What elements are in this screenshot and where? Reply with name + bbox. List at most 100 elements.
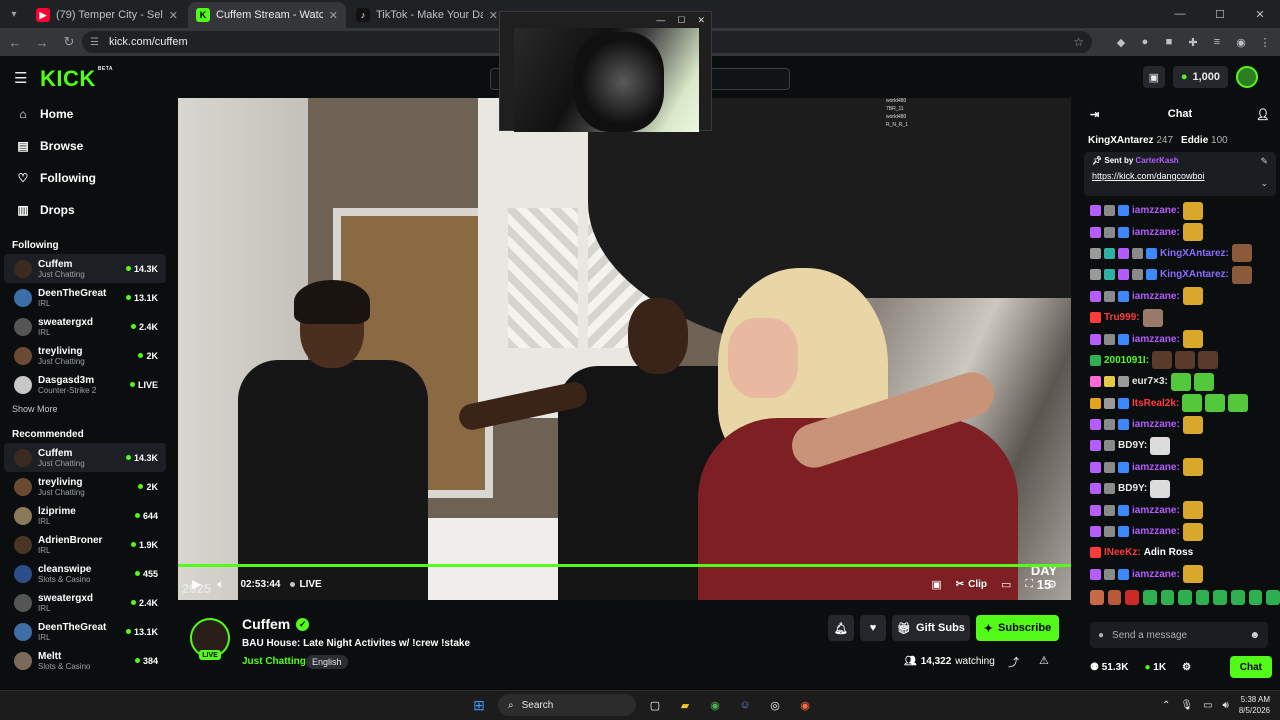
sidebar-channel[interactable]: DeenTheGreat IRL 13.1K [4,617,166,646]
chat-username[interactable]: KingXAntarez: [1160,248,1229,259]
app-icon[interactable]: ◎ [764,694,786,716]
chat-message[interactable]: iamzzane: [1080,328,1280,349]
chat-message[interactable]: KingXAntarez: [1080,243,1280,264]
pinned-user[interactable]: CarterKash [1136,156,1179,165]
chat-message[interactable]: iamzzane: [1080,414,1280,435]
tab-list-icon[interactable]: ≡ [1208,31,1226,53]
tab-close-icon[interactable]: ✕ [329,9,338,22]
kick-logo[interactable]: KICK BETA [40,66,113,92]
sidebar-nav-home[interactable]: ⌂ Home [0,98,170,130]
chat-username[interactable]: iamzzane: [1132,505,1180,516]
chat-users-icon[interactable]: 👤︎ [1256,108,1270,121]
sidebar-channel[interactable]: cleanswipe Slots & Casino 455 [4,559,166,588]
sidebar-channel[interactable]: lziprime IRL 644 [4,501,166,530]
chat-username[interactable]: KingXAntarez: [1160,269,1229,280]
chat-message[interactable]: BD9Y: [1080,435,1280,456]
sidebar-channel[interactable]: treyliving Just Chatting 2K [4,472,166,501]
chat-settings-icon[interactable]: ⚙ [1182,662,1191,673]
chat-message[interactable]: iamzzane: [1080,521,1280,542]
sidebar-channel[interactable]: Dasgasd3m Counter-Strike 2 LIVE [4,370,166,399]
play-icon[interactable]: ▶ [192,577,201,591]
unpin-icon[interactable]: ✎ [1260,156,1268,167]
emote-icon[interactable] [1178,589,1192,605]
share-icon[interactable]: ⤴ [1008,654,1019,670]
chat-message[interactable]: iamzzane: [1080,200,1280,221]
chat-message[interactable]: 2001091I: [1080,350,1280,371]
volume-tray-icon[interactable]: 🔊︎ [1223,700,1229,711]
fullscreen-icon[interactable]: ⛶ [1025,578,1033,591]
chat-badge-icon[interactable]: ● [1098,630,1104,641]
progress-bar[interactable] [178,564,1071,567]
tab-search-icon[interactable]: ▾ [0,0,28,28]
theater-mode-icon[interactable]: ▭ [1001,578,1011,591]
emote-icon[interactable] [1160,589,1175,605]
maximize-icon[interactable]: ☐ [1200,0,1240,28]
emote-icon[interactable] [1142,589,1157,605]
extension-icon[interactable]: ■ [1160,31,1178,53]
taskbar-search[interactable]: ⌕ Search [498,694,636,716]
chat-message[interactable]: BD9Y: [1080,478,1280,499]
taskbar-clock[interactable]: 5:38 AM 8/5/2026 [1239,694,1270,716]
puzzle-icon[interactable]: ✚ [1184,31,1202,53]
reload-icon[interactable]: ↻ [57,30,81,54]
extension-icon[interactable]: ● [1136,31,1154,53]
chat-message[interactable]: INeeKz: Adin Ross [1080,542,1280,563]
layout-icon[interactable]: ▣ [1142,66,1165,88]
chat-username[interactable]: iamzzane: [1132,205,1180,216]
bookmark-star-icon[interactable]: ☆ [1073,35,1084,49]
browser-tab[interactable]: ▶ (79) Temper City - Self Aware - ✕ [28,2,186,28]
picture-in-picture-window[interactable]: — ☐ ✕ [499,11,712,132]
pip-close-icon[interactable]: ✕ [697,15,705,26]
chat-username[interactable]: iamzzane: [1132,334,1180,345]
file-explorer-icon[interactable]: ▰ [674,694,696,716]
tab-close-icon[interactable]: ✕ [169,9,178,22]
chat-message[interactable]: KingXAntarez: [1080,264,1280,285]
chat-username[interactable]: iamzzane: [1132,291,1180,302]
live-indicator[interactable]: LIVE [290,579,322,590]
back-icon[interactable]: ← [3,30,27,54]
chat-username[interactable]: eur7×3: [1132,376,1168,387]
chevron-down-icon[interactable]: ⌄ [1260,178,1268,189]
chat-message[interactable]: iamzzane: [1080,564,1280,585]
gift-subs-button[interactable]: 🎁︎ Gift Subs [892,615,970,641]
sidebar-channel[interactable]: Cuffem Just Chatting 14.3K [4,254,166,283]
emote-icon[interactable] [1125,589,1139,605]
sidebar-channel[interactable]: AdrienBroner IRL 1.9K [4,530,166,559]
collapse-chat-icon[interactable]: ⇥ [1090,108,1099,121]
chat-input[interactable]: ● Send a message ☻ [1090,622,1268,648]
sidebar-nav-following[interactable]: ♡ Following [0,162,170,194]
category-link[interactable]: Just Chatting [242,656,306,667]
chat-username[interactable]: ItsReal2k: [1132,398,1179,409]
subscribe-button[interactable]: ✦ Subscribe [976,615,1059,641]
emote-icon[interactable] [1231,589,1245,605]
chat-message[interactable]: iamzzane: [1080,286,1280,307]
microphone-icon[interactable]: 🎙︎ [1180,700,1193,711]
kicks-stat[interactable]: ● 1K [1144,662,1166,673]
sidebar-channel[interactable]: Cuffem Just Chatting 14.3K [4,443,166,472]
sidebar-channel[interactable]: sweatergxd IRL 2.4K [4,588,166,617]
chat-username[interactable]: BD9Y: [1118,440,1147,451]
emote-icon[interactable] [1213,589,1228,605]
chat-username[interactable]: iamzzane: [1132,227,1180,238]
browser-tab[interactable]: ♪ TikTok - Make Your Day ✕ [348,2,506,28]
site-info-icon[interactable]: ☰ [90,37,99,48]
leaderboard-entry[interactable]: Eddie 100 [1181,135,1228,146]
leaderboard-entry[interactable]: KingXAntarez 247 [1088,135,1173,146]
pip-maximize-icon[interactable]: ☐ [677,15,685,26]
sidebar-nav-browse[interactable]: ▤ Browse [0,130,170,162]
chat-message[interactable]: Tru999: [1080,307,1280,328]
emoji-icon[interactable]: ☻ [1249,630,1260,641]
close-window-icon[interactable]: ✕ [1240,0,1280,28]
volume-icon[interactable]: 🔈︎ [217,577,224,592]
notification-bell-icon[interactable]: 🔔︎ [828,615,854,641]
video-player[interactable]: world480 7BR_11 world480 R_N_R_1 2025 DAY 1… [178,98,1071,600]
chat-message[interactable]: iamzzane: [1080,221,1280,242]
report-icon[interactable]: ⚠ [1039,654,1049,667]
show-more-link[interactable]: Show More [0,399,170,419]
chrome-canary-icon[interactable]: ◉ [794,694,816,716]
hamburger-menu-icon[interactable]: ☰ [14,69,27,87]
follow-heart-icon[interactable]: ♥ [860,615,886,641]
tab-close-icon[interactable]: ✕ [489,9,498,22]
more-menu-icon[interactable]: ⋮ [1256,31,1274,53]
chat-stat[interactable]: ⚉ 51.3K [1090,662,1128,673]
